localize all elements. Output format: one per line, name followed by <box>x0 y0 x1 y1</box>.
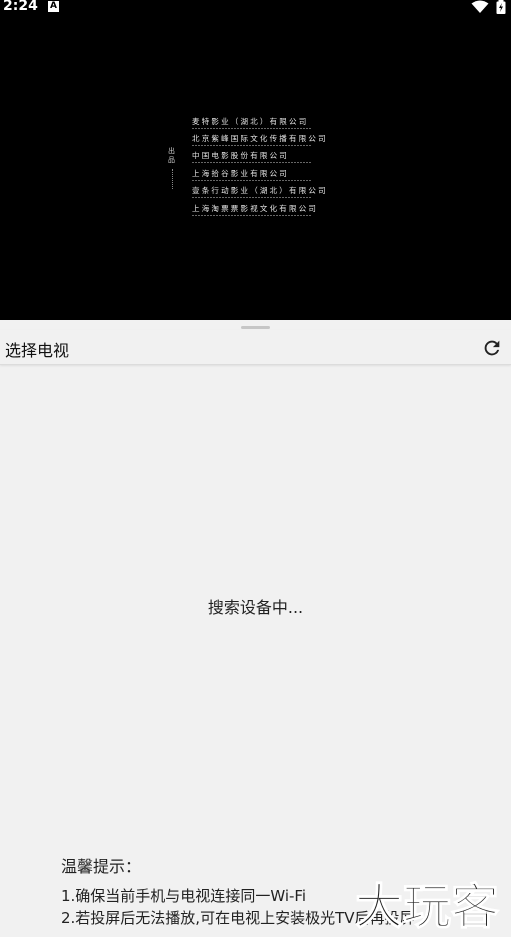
credits-vertical-label: 出品 <box>168 147 175 164</box>
notification-icon: A <box>48 1 59 12</box>
credit-company: 壹条行动影业（湖北）有限公司 <box>192 186 328 195</box>
credit-line: 壹条行动影业（湖北）有限公司 <box>192 186 352 198</box>
refresh-icon[interactable] <box>481 337 503 359</box>
film-credits: 出品 麦特影业（湖北）有限公司 北京紫峰国际文化传播有限公司 中国电影股份有限公… <box>168 117 348 227</box>
status-bar: 2:24 A <box>0 0 511 16</box>
sheet-title: 选择电视 <box>5 341 70 360</box>
credit-subline <box>192 180 312 181</box>
credit-subline <box>192 215 312 216</box>
wifi-icon <box>471 0 489 13</box>
searching-status: 搜索设备中... <box>207 598 304 617</box>
credit-line: 中国电影股份有限公司 <box>192 151 352 163</box>
credit-line: 上海淘票票影视文化有限公司 <box>192 204 352 216</box>
watermark-text: 大玩客 <box>355 879 499 935</box>
credit-line: 上海拾谷影业有限公司 <box>192 169 352 181</box>
credits-divider <box>172 169 174 189</box>
credit-company: 北京紫峰国际文化传播有限公司 <box>192 134 328 143</box>
credit-line: 麦特影业（湖北）有限公司 <box>192 117 352 129</box>
credit-subline <box>192 128 312 129</box>
credit-company: 中国电影股份有限公司 <box>192 151 289 160</box>
sheet-header: 选择电视 <box>0 330 511 365</box>
credit-subline <box>192 197 312 198</box>
credit-subline <box>192 145 312 146</box>
credit-subline <box>192 162 312 163</box>
status-time: 2:24 <box>3 0 38 14</box>
credit-company: 上海拾谷影业有限公司 <box>192 169 289 178</box>
drag-handle[interactable] <box>241 326 270 329</box>
battery-charging-icon <box>496 0 506 14</box>
credit-company: 麦特影业（湖北）有限公司 <box>192 117 309 126</box>
credit-line: 北京紫峰国际文化传播有限公司 <box>192 134 352 146</box>
video-player[interactable]: 2:24 A 出品 麦特影业（湖北）有限公司 北京紫峰国际文化传播有限公司 中国… <box>0 0 511 320</box>
credit-company: 上海淘票票影视文化有限公司 <box>192 204 319 213</box>
select-tv-sheet: 选择电视 搜索设备中... 温馨提示： 1.确保当前手机与电视连接同一Wi-Fi… <box>0 320 511 937</box>
watermark-logo: 大玩客 <box>355 878 500 935</box>
